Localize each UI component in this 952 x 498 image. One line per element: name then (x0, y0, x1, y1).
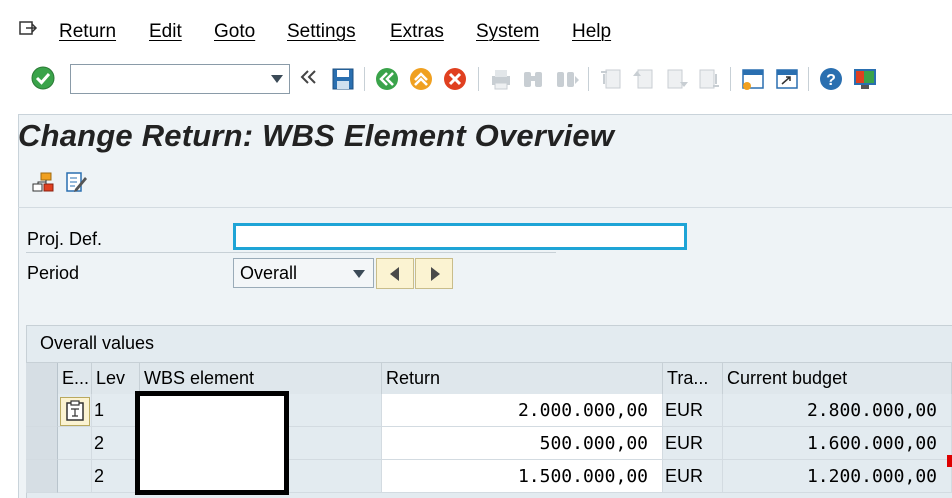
find-icon (524, 72, 542, 87)
menu-edit[interactable]: Edit (149, 21, 182, 43)
return-value: 1.500.000,00 (517, 466, 648, 487)
level-value: 2 (94, 466, 105, 486)
column-header-lev[interactable]: Lev (92, 363, 140, 395)
exit-icon[interactable] (408, 66, 434, 92)
period-label: Period (27, 263, 80, 283)
application-toolbar (18, 160, 952, 208)
budget-cell: 1.600.000,00 (723, 427, 952, 460)
budget-value: 2.800.000,00 (806, 400, 937, 421)
return-cell[interactable]: 1.500.000,00 (382, 460, 663, 493)
column-header-currency[interactable]: Tra... (663, 363, 723, 395)
previous-period-button[interactable] (376, 258, 414, 289)
level-cell: 2 (92, 460, 140, 493)
row-selector[interactable] (26, 427, 58, 460)
enter-icon[interactable] (30, 65, 56, 91)
column-header-label: Current budget (727, 368, 848, 388)
change-icon[interactable] (64, 170, 88, 194)
proj-def-input[interactable] (233, 223, 687, 250)
currency-value: EUR (665, 400, 704, 420)
collapse-command-icon[interactable] (298, 66, 320, 88)
column-header-return[interactable]: Return (382, 363, 663, 395)
return-cell[interactable]: 2.000.000,00 (382, 394, 663, 427)
row-selector[interactable] (26, 460, 58, 493)
select-all-cell[interactable] (26, 363, 58, 395)
period-value: Overall (240, 263, 298, 283)
level-cell: 1 (92, 394, 140, 427)
print-icon (492, 70, 510, 90)
column-header-label: Tra... (667, 368, 709, 388)
cancel-icon[interactable] (442, 66, 468, 92)
budget-value: 1.200.000,00 (806, 466, 937, 487)
currency-value: EUR (665, 433, 704, 453)
menu-exit-icon[interactable] (18, 19, 38, 39)
save-icon[interactable] (330, 66, 356, 92)
find-next-icon (557, 72, 579, 87)
column-header-budget[interactable]: Current budget (723, 363, 952, 395)
column-header-label: E... (62, 368, 90, 388)
redacted-wbs-block (135, 391, 289, 495)
help-icon[interactable]: ? (818, 66, 844, 92)
currency-cell: EUR (663, 394, 723, 427)
first-page-icon (601, 69, 621, 89)
column-header-label: Lev (96, 368, 126, 388)
arrow-right-icon (431, 267, 440, 281)
back-icon[interactable] (374, 66, 400, 92)
chevron-down-icon[interactable] (353, 270, 365, 278)
create-session-icon[interactable] (740, 66, 766, 92)
currency-cell: EUR (663, 460, 723, 493)
menu-system[interactable]: System (476, 21, 539, 43)
currency-cell: EUR (663, 427, 723, 460)
proj-def-underline (26, 252, 556, 253)
menu-extras[interactable]: Extras (390, 21, 444, 43)
level-cell: 2 (92, 427, 140, 460)
hierarchy-icon[interactable] (30, 170, 54, 194)
customize-layout-icon[interactable] (852, 66, 878, 92)
last-page-icon (699, 69, 719, 89)
screen-title: Change Return: WBS Element Overview (18, 118, 615, 153)
next-period-button[interactable] (415, 258, 453, 289)
command-field[interactable] (70, 64, 290, 94)
row-selector[interactable] (26, 394, 58, 427)
menu-goto[interactable]: Goto (214, 21, 255, 43)
return-value: 500.000,00 (539, 433, 648, 454)
budget-cell: 1.200.000,00 (723, 460, 952, 493)
command-dropdown-arrow-icon[interactable] (271, 75, 283, 83)
previous-page-icon (633, 69, 653, 89)
hierarchy-cell (58, 460, 92, 493)
budget-value: 1.600.000,00 (806, 433, 937, 454)
hierarchy-cell (58, 427, 92, 460)
structure-icon (66, 400, 84, 421)
menu-help[interactable]: Help (572, 21, 611, 43)
expand-hierarchy-button[interactable] (60, 397, 90, 426)
menu-return[interactable]: Return (59, 21, 116, 43)
arrow-left-icon (390, 267, 399, 281)
budget-cell: 2.800.000,00 (723, 394, 952, 427)
currency-value: EUR (665, 466, 704, 486)
column-header-e[interactable]: E... (58, 363, 92, 395)
period-select[interactable]: Overall (233, 258, 374, 288)
level-value: 1 (94, 400, 105, 420)
table-title: Overall values (40, 333, 155, 353)
svg-text:?: ? (826, 72, 836, 89)
level-value: 2 (94, 433, 105, 453)
column-header-label: Return (386, 368, 441, 388)
return-value: 2.000.000,00 (517, 400, 648, 421)
proj-def-label: Proj. Def. (27, 229, 103, 249)
menu-settings[interactable]: Settings (287, 21, 356, 43)
table-header: E... Lev WBS element Return Tra... Curre… (26, 362, 952, 395)
column-header-label: WBS element (144, 368, 255, 388)
next-page-icon (667, 69, 688, 89)
menu-bar: Return Edit Goto Settings Extras System … (0, 0, 952, 58)
error-marker (947, 455, 952, 467)
shortcut-icon[interactable] (774, 66, 800, 92)
return-cell[interactable]: 500.000,00 (382, 427, 663, 460)
